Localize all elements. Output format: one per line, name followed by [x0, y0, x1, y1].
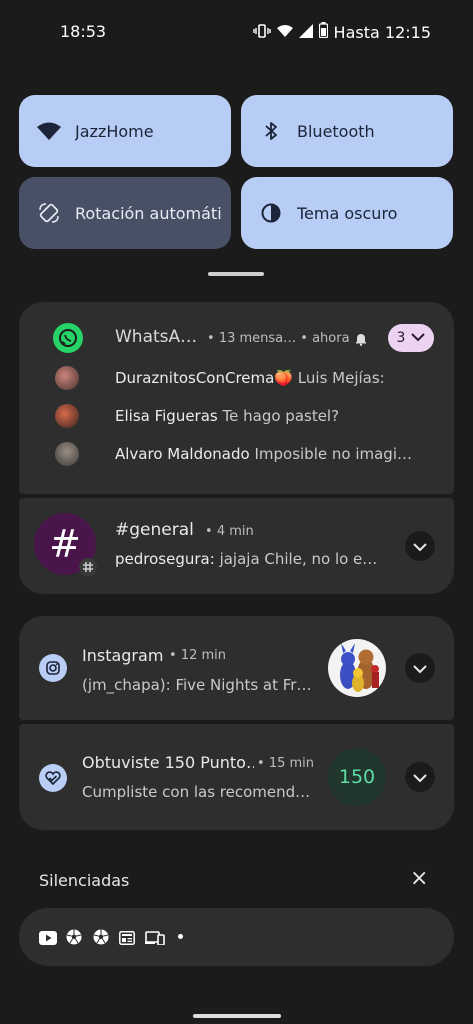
slack-icon [79, 558, 97, 576]
sender: Alvaro Maldonado [115, 445, 250, 463]
sender: Elisa Figueras [115, 407, 218, 425]
channel-name: #general [115, 520, 194, 540]
soccer-icon [66, 929, 82, 949]
tile-label: Tema oscuro [297, 203, 398, 223]
points-value: 150 [338, 766, 376, 788]
tile-label: Rotación automáti [75, 203, 222, 223]
silenced-header: Silenciadas [39, 871, 130, 890]
gesture-bar[interactable] [193, 1014, 281, 1018]
wifi-icon [276, 23, 293, 42]
bluetooth-icon [259, 119, 283, 143]
tile-auto-rotate[interactable]: Rotación automáti [19, 177, 231, 249]
chevron-down-icon [411, 330, 426, 346]
close-icon[interactable]: × [410, 866, 428, 891]
avatar [55, 366, 79, 390]
signal-icon [298, 23, 313, 42]
time: • 4 min [205, 524, 254, 539]
message-text: Cumpliste con las recomend… [82, 783, 311, 801]
expand-count-button[interactable]: 3 [388, 324, 434, 352]
alert-bell-icon [354, 331, 368, 350]
news-icon [119, 930, 135, 949]
time-text: 4 min [216, 524, 254, 539]
message-text: (jm_chapa): Five Nights at Fr… [82, 676, 312, 694]
tile-label: JazzHome [75, 121, 154, 141]
message-row: DuraznitosConCrema🍑 Luis Mejías: [115, 369, 435, 387]
time-text: 12 min [180, 648, 227, 663]
battery-text: Hasta 12:15 [333, 22, 431, 42]
chevron-down-icon [413, 659, 427, 678]
dark-theme-icon [259, 201, 283, 225]
time: • 12 min [169, 648, 227, 663]
soccer-icon [93, 929, 109, 949]
time: • 15 min [257, 756, 315, 771]
tile-label: Bluetooth [297, 121, 375, 141]
time-text: 15 min [268, 756, 315, 771]
app-name: WhatsA… [115, 327, 198, 347]
time: ahora [312, 331, 350, 346]
post-thumbnail [328, 639, 386, 697]
wifi-icon [37, 119, 61, 143]
battery-icon [318, 22, 328, 42]
status-right: Hasta 12:15 [252, 22, 431, 42]
message-row: Alvaro Maldonado Imposible no imagi… [115, 445, 435, 463]
rotate-icon [37, 201, 61, 225]
message-text: Imposible no imagi… [254, 445, 412, 463]
app-name: Instagram [82, 646, 164, 665]
silenced-notifications[interactable] [19, 908, 454, 966]
instagram-notification[interactable]: Instagram • 12 min (jm_chapa): Five Nigh… [19, 616, 454, 720]
drag-handle[interactable] [208, 272, 264, 276]
tile-dark-theme[interactable]: Tema oscuro [241, 177, 453, 249]
avatar [55, 442, 79, 466]
message-row: pedrosegura: jajaja Chile, no lo e… [115, 550, 390, 568]
message-text: Te hago pastel? [222, 407, 340, 425]
health-notification[interactable]: Obtuviste 150 Punto… • 15 min Cumpliste … [19, 724, 454, 830]
sender: DuraznitosConCrema🍑 [115, 369, 294, 387]
notification-title: Obtuviste 150 Punto… [82, 753, 254, 772]
message-count: • 13 mensa… • ahora [207, 331, 350, 346]
message-count-text: 13 mensa… [218, 331, 297, 346]
channel-glyph: # [49, 522, 81, 566]
tile-wifi[interactable]: JazzHome [19, 95, 231, 167]
chevron-down-icon [413, 537, 427, 556]
slack-notification[interactable]: # #general • 4 min pedrosegura: jajaja C… [19, 498, 454, 594]
youtube-icon [39, 930, 57, 949]
whatsapp-notification[interactable]: WhatsA… • 13 mensa… • ahora 3 Duraznitos… [19, 302, 454, 494]
tile-bluetooth[interactable]: Bluetooth [241, 95, 453, 167]
heart-check-icon [39, 764, 67, 792]
chevron-down-icon [413, 768, 427, 787]
points-badge: 150 [328, 748, 386, 806]
count-badge: 3 [396, 330, 406, 346]
expand-button[interactable] [405, 653, 435, 683]
message-text: jajaja Chile, no lo e… [219, 550, 378, 568]
more-dot-icon [178, 934, 183, 939]
whatsapp-icon [53, 323, 83, 353]
message-row: Elisa Figueras Te hago pastel? [115, 407, 435, 425]
devices-icon [145, 930, 165, 949]
instagram-icon [39, 654, 67, 682]
status-time: 18:53 [60, 22, 107, 41]
expand-button[interactable] [405, 762, 435, 792]
sender: pedrosegura: [115, 550, 215, 568]
message-text: Luis Mejías: [297, 369, 385, 387]
expand-button[interactable] [405, 531, 435, 561]
vibrate-icon [252, 23, 271, 42]
avatar [55, 404, 79, 428]
